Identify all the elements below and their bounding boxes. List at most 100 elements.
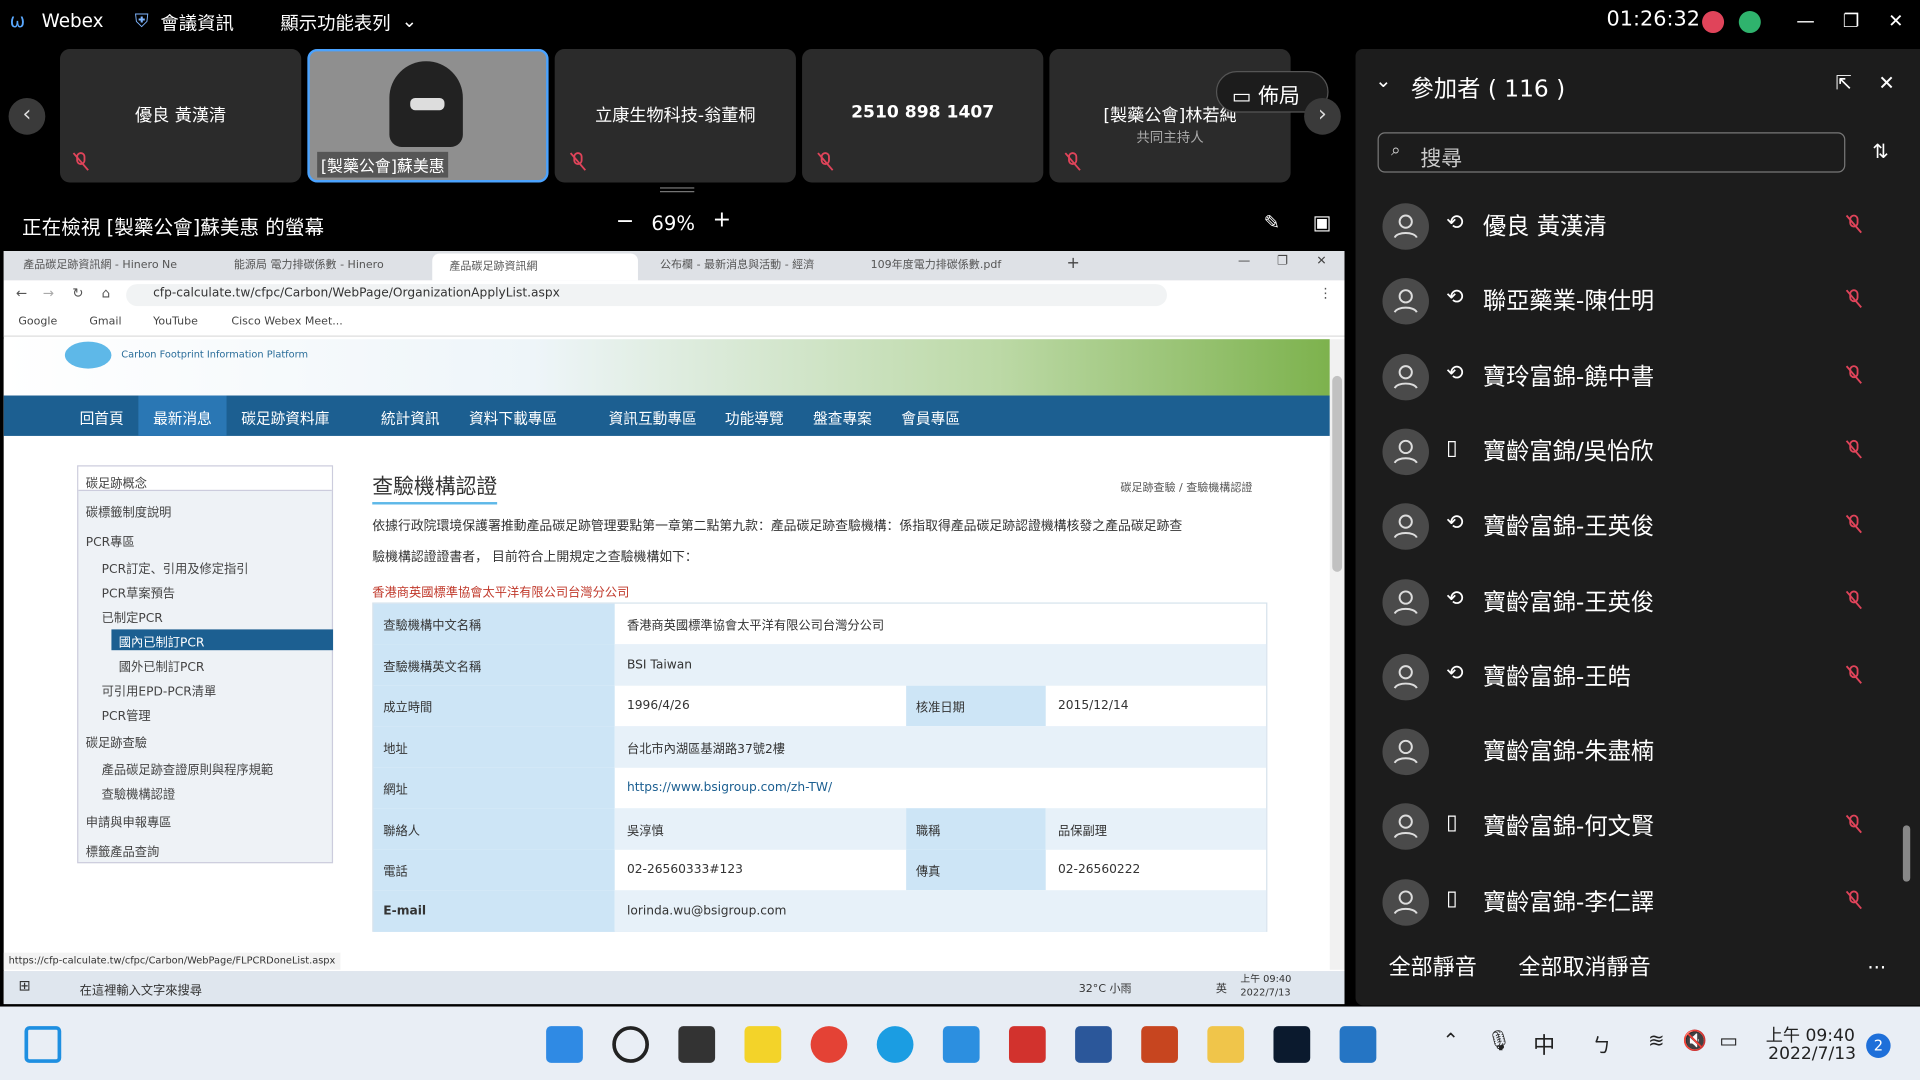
page-scrollbar[interactable] (1329, 339, 1345, 970)
acrobat-icon[interactable] (1008, 1026, 1046, 1063)
reload-icon[interactable]: ↻ (72, 285, 83, 301)
notification-badge[interactable]: 2 (1866, 1033, 1891, 1058)
participant-row[interactable]: 寶齡富錦-朱盡楠 (1356, 728, 1895, 806)
new-tab-button[interactable]: + (1067, 255, 1080, 273)
window-minimize-icon[interactable]: — (1238, 255, 1250, 268)
task-view-button-icon[interactable] (678, 1026, 716, 1063)
search-icon[interactable] (612, 1026, 649, 1063)
participant-row[interactable]: ⟲ 寶玲富錦-饒中書 (1356, 353, 1895, 431)
zoom-in-button[interactable]: + (713, 207, 731, 233)
windows-start-icon[interactable] (546, 1026, 583, 1063)
sidebar-item[interactable]: 查驗機構認證 (102, 784, 175, 802)
browser-tab[interactable]: 能源局 電力排碳係數 - Hinero (217, 256, 425, 283)
prev-thumbnails-button[interactable]: ‹ (8, 97, 46, 135)
nav-downloads[interactable]: 資料下載專區 (469, 408, 557, 429)
sort-icon[interactable]: ⇅ (1872, 140, 1888, 163)
shared-screen[interactable]: 產品碳足跡資訊網 - Hinero Ne 能源局 電力排碳係數 - Hinero… (3, 251, 1345, 1005)
notepad-icon[interactable] (942, 1026, 980, 1063)
nav-news[interactable]: 最新消息 (153, 408, 212, 429)
unmute-all-button[interactable]: 全部取消靜音 (1518, 950, 1650, 982)
record-icon[interactable] (1702, 11, 1725, 34)
start-icon[interactable]: ⊞ (18, 977, 30, 994)
next-thumbnails-button[interactable]: › (1304, 97, 1341, 135)
edge-icon[interactable] (876, 1026, 914, 1063)
chrome-icon[interactable] (810, 1026, 848, 1063)
ime-mode-indicator[interactable]: 中 (1533, 1029, 1555, 1061)
mic-off-icon[interactable] (1845, 288, 1862, 310)
close-icon[interactable]: ✕ (1888, 10, 1903, 32)
scroll-thumb[interactable] (1332, 375, 1343, 572)
sidebar-item[interactable]: 申請與申報專區 (86, 812, 172, 830)
mic-off-icon[interactable] (1845, 663, 1862, 685)
meeting-info-button[interactable]: 會議資訊 (160, 10, 233, 36)
browser-menu-icon[interactable]: ⋮ (1319, 285, 1332, 301)
browser-tab[interactable]: 109年度電力排碳係數.pdf (853, 256, 1055, 283)
forward-icon[interactable]: → (43, 285, 54, 301)
participant-row[interactable]: ⟲ 優良 黃漢清 (1356, 203, 1895, 281)
browser-tab[interactable]: 公布欄 - 最新消息與活動 - 經濟 (643, 256, 849, 283)
browser-tab[interactable]: 產品碳足跡資訊網 - Hinero Ne (6, 256, 214, 283)
nav-statistics[interactable]: 統計資訊 (381, 408, 440, 429)
inner-search-box[interactable]: 在這裡輸入文字來搜尋 (80, 980, 202, 997)
sidebar-item[interactable]: 國外已制訂PCR (119, 656, 205, 674)
home-icon[interactable]: ⌂ (102, 285, 111, 301)
video-thumbnail[interactable]: [製藥公會]林若純 共同主持人 (1049, 48, 1291, 183)
participant-row[interactable]: ▯ 寶齡富錦-何文賢 (1356, 803, 1895, 881)
bookmark-webex[interactable]: Cisco Webex Meet... (231, 316, 342, 328)
sidebar-item[interactable]: 碳足跡概念 (86, 473, 147, 491)
sidebar-item[interactable]: 已制定PCR (102, 607, 163, 625)
participant-row[interactable]: ⟲ 寶齡富錦-王英俊 (1356, 503, 1895, 581)
nav-database[interactable]: 碳足跡資料庫 (241, 408, 329, 429)
volume-muted-icon[interactable]: 🔇 (1682, 1029, 1706, 1052)
word-icon[interactable] (1075, 1026, 1112, 1063)
window-close-icon[interactable]: ✕ (1316, 255, 1326, 268)
restore-icon[interactable]: ❐ (1843, 10, 1859, 32)
mic-off-icon[interactable] (1845, 814, 1862, 836)
participant-row[interactable]: ⟲ 聯亞藥業-陳仕明 (1356, 278, 1895, 356)
nav-member[interactable]: 會員專區 (901, 408, 960, 429)
weather-widget[interactable]: 32°C 小雨 (1079, 980, 1132, 995)
website-link[interactable]: https://www.bsigroup.com/zh-TW/ (615, 768, 1266, 808)
video-thumbnail[interactable]: 立康生物科技-翁董桐 (554, 48, 796, 183)
mic-off-icon[interactable] (1845, 363, 1862, 385)
sidebar-item[interactable]: 碳標籤制度說明 (86, 502, 172, 520)
nav-interactive[interactable]: 資訊互動專區 (609, 408, 697, 429)
sidebar-item[interactable]: PCR專區 (86, 531, 135, 549)
nav-guide[interactable]: 功能導覽 (725, 408, 784, 429)
network-stats-icon[interactable] (1738, 11, 1761, 34)
bookmark-google[interactable]: Google (18, 316, 57, 328)
participant-row[interactable]: ▯ 寶齡富錦/吳怡欣 (1356, 428, 1895, 506)
sidebar-item-active[interactable]: 國內已制訂PCR (119, 632, 205, 650)
participant-row[interactable]: ▯ 寶齡富錦-李仁譯 (1356, 878, 1895, 956)
sidebar-item[interactable]: 碳足跡查驗 (86, 732, 147, 750)
file-explorer-icon[interactable] (1207, 1026, 1245, 1063)
popout-icon[interactable]: ⇱ (1836, 71, 1852, 94)
back-icon[interactable]: ← (16, 285, 27, 301)
more-options-button[interactable]: ... (1867, 950, 1886, 973)
video-thumbnail[interactable]: 2510 898 1407 (802, 48, 1044, 183)
annotate-icon[interactable]: ✎ (1264, 211, 1280, 234)
clock-time[interactable]: 上午 09:40 (1766, 1022, 1855, 1046)
clock-date[interactable]: 2022/7/13 (1768, 1044, 1856, 1064)
close-panel-icon[interactable]: ✕ (1878, 71, 1894, 94)
sticky-notes-icon[interactable] (744, 1026, 782, 1063)
bookmark-gmail[interactable]: Gmail (89, 316, 121, 328)
nav-home[interactable]: 回首頁 (80, 408, 124, 429)
input-method-icon[interactable]: ㄅ (1592, 1029, 1612, 1058)
participant-search-input[interactable]: ⌕ 搜尋 (1377, 132, 1846, 173)
chevron-down-icon[interactable]: ⌄ (402, 10, 417, 32)
mic-off-icon[interactable] (1845, 889, 1862, 911)
mic-off-icon[interactable] (1845, 213, 1862, 235)
minimize-icon[interactable]: — (1796, 10, 1814, 32)
task-view-icon[interactable] (24, 1026, 62, 1063)
video-thumbnail[interactable]: 優良 黃漢清 (60, 48, 302, 183)
battery-icon[interactable]: ▭ (1719, 1029, 1738, 1052)
photos-icon[interactable] (1339, 1026, 1377, 1063)
mic-off-icon[interactable] (1845, 513, 1862, 535)
show-hidden-icons-icon[interactable]: ⌃ (1442, 1029, 1458, 1052)
collapse-chevron-icon[interactable]: ⌄ (1375, 69, 1391, 92)
powerpoint-icon[interactable] (1141, 1026, 1178, 1063)
ime-indicator[interactable]: 英 (1216, 980, 1227, 995)
mic-muted-icon[interactable]: 🎙 (1487, 1029, 1512, 1052)
participant-row[interactable]: ⟲ 寶齡富錦-王皓 (1356, 653, 1895, 731)
